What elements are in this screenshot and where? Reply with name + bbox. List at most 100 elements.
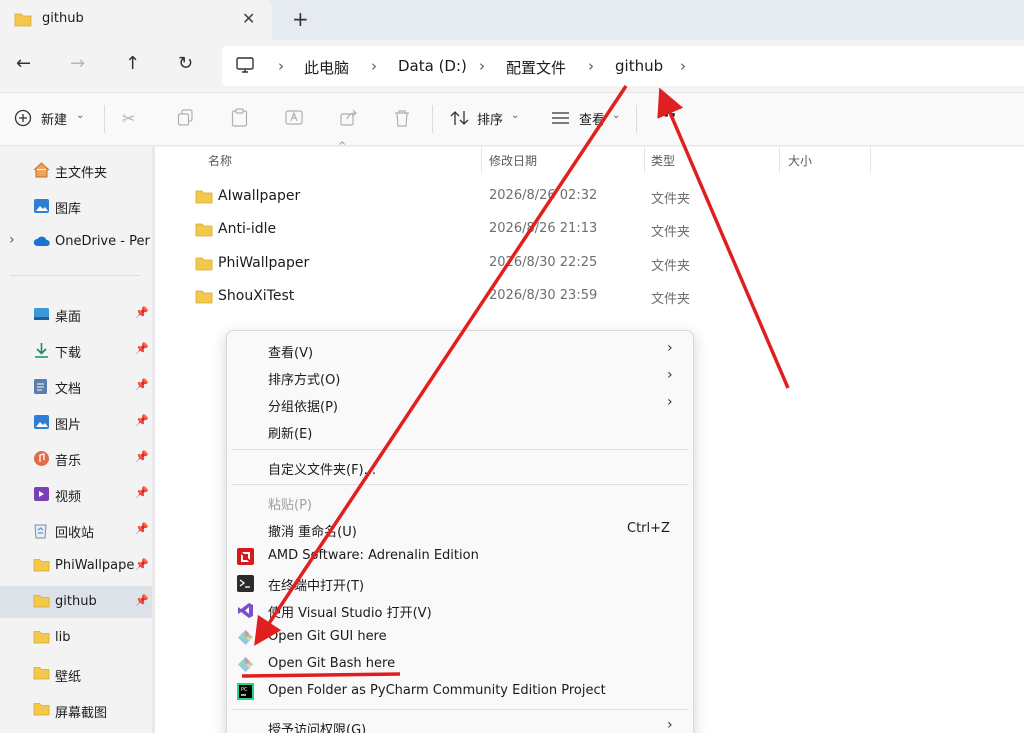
sidebar-item-label: OneDrive - Per <box>55 234 150 249</box>
menu-item-pycharm[interactable]: PC Open Folder as PyCharm Community Edit… <box>227 678 693 705</box>
sidebar-item[interactable]: 主文件夹 <box>0 154 152 186</box>
menu-item-customize[interactable]: 自定义文件夹(F)... <box>227 454 693 481</box>
address-box[interactable]: › 此电脑 › Data (D:) › 配置文件 › github › <box>222 46 1024 86</box>
menu-item-refresh[interactable]: 刷新(E) <box>227 418 693 445</box>
column-header-type[interactable]: 类型 <box>651 152 675 169</box>
cut-icon[interactable]: ✂ <box>122 109 135 128</box>
breadcrumb-config[interactable]: 配置文件 <box>506 57 566 78</box>
close-tab-icon[interactable]: ✕ <box>242 9 255 28</box>
visual-studio-icon <box>237 602 254 619</box>
sidebar-item[interactable]: 屏幕截图 <box>0 694 152 726</box>
file-row[interactable]: Anti-idle 2026/8/26 21:13 文件夹 <box>191 213 811 245</box>
column-divider[interactable] <box>644 147 645 173</box>
breadcrumb-separator[interactable]: › <box>371 57 377 75</box>
file-modified: 2026/8/30 23:59 <box>489 288 598 303</box>
copy-icon[interactable] <box>177 109 194 130</box>
menu-item-undo[interactable]: 撤消 重命名(U) Ctrl+Z <box>227 516 693 543</box>
sort-icon[interactable] <box>450 110 470 130</box>
breadcrumb-this-pc[interactable]: 此电脑 <box>304 57 349 78</box>
sidebar-item[interactable]: 文档 📌 <box>0 370 152 402</box>
forward-icon[interactable]: → <box>70 53 85 74</box>
sidebar-item[interactable]: 回收站 📌 <box>0 514 152 546</box>
pin-icon: 📌 <box>135 486 149 499</box>
column-divider[interactable] <box>481 147 482 173</box>
file-type: 文件夹 <box>651 259 691 274</box>
gallery-icon <box>33 198 50 214</box>
sidebar-item[interactable]: 下载 📌 <box>0 334 152 366</box>
file-row[interactable]: PhiWallpaper 2026/8/30 22:25 文件夹 <box>191 247 811 279</box>
refresh-icon[interactable]: ↻ <box>178 53 193 74</box>
navigation-pane: 主文件夹图库 › OneDrive - Per 桌面 📌 下载 📌 文档 📌 图片 📌 音乐 📌 视频 📌 回… <box>0 147 152 733</box>
breadcrumb-separator[interactable]: › <box>588 57 594 75</box>
breadcrumb-separator[interactable]: › <box>278 57 284 75</box>
menu-item-grant-access[interactable]: 授予访问权限(G) › <box>227 714 693 733</box>
menu-item-label: 粘贴(P) <box>268 498 312 513</box>
menu-item-sort[interactable]: 排序方式(O) › <box>227 364 693 391</box>
sidebar-item[interactable]: › OneDrive - Per <box>0 226 152 258</box>
pin-icon: 📌 <box>135 342 149 355</box>
folder-icon <box>14 12 32 31</box>
menu-item-view[interactable]: 查看(V) › <box>227 337 693 364</box>
tab-github[interactable]: github ✕ <box>0 0 272 40</box>
sidebar-item-label: 下载 <box>55 346 82 361</box>
new-tab-button[interactable]: + <box>292 7 309 31</box>
menu-separator <box>231 709 689 710</box>
menu-item-label: Open Git Bash here <box>268 656 396 671</box>
column-divider[interactable] <box>870 147 871 173</box>
file-modified: 2026/8/26 02:32 <box>489 188 598 203</box>
menu-item-visual-studio[interactable]: 使用 Visual Studio 打开(V) <box>227 597 693 624</box>
menu-item-amd[interactable]: AMD Software: Adrenalin Edition <box>227 543 693 570</box>
paste-icon[interactable] <box>231 108 248 131</box>
menu-item-git-bash[interactable]: Open Git Bash here <box>227 651 693 678</box>
more-options-icon[interactable]: ··· <box>656 105 677 126</box>
music-icon <box>33 450 50 466</box>
menu-item-group[interactable]: 分组依据(P) › <box>227 391 693 418</box>
breadcrumb-data-d[interactable]: Data (D:) <box>398 57 467 75</box>
sidebar-item[interactable]: 图库 <box>0 190 152 222</box>
chevron-right-icon[interactable]: › <box>9 232 15 248</box>
download-icon <box>33 342 50 358</box>
breadcrumb-github[interactable]: github <box>615 57 663 75</box>
file-name: ShouXiTest <box>218 288 295 304</box>
share-icon[interactable] <box>340 109 358 130</box>
rename-icon[interactable] <box>285 109 303 130</box>
view-icon[interactable] <box>551 111 570 129</box>
context-menu: 查看(V) › 排序方式(O) › 分组依据(P) › 刷新(E) 自定义文件夹… <box>226 330 694 733</box>
pin-icon: 📌 <box>135 522 149 535</box>
recycle-bin-icon <box>33 522 50 539</box>
menu-item-label: 撤消 重命名(U) <box>268 525 357 540</box>
new-button[interactable]: 新建 <box>41 109 67 128</box>
menu-item-git-gui[interactable]: Open Git GUI here <box>227 624 693 651</box>
sidebar-item[interactable]: github 📌 <box>0 586 152 618</box>
menu-item-label: 在终端中打开(T) <box>268 579 365 594</box>
toolbar-divider <box>104 105 105 133</box>
sort-button[interactable]: 排序 <box>477 109 503 128</box>
sidebar-item[interactable]: 壁纸 <box>0 658 152 690</box>
file-name: Anti-idle <box>218 221 277 237</box>
sidebar-item[interactable]: 音乐 📌 <box>0 442 152 474</box>
breadcrumb-separator[interactable]: › <box>479 57 485 75</box>
sidebar-item[interactable]: 图片 📌 <box>0 406 152 438</box>
menu-item-terminal[interactable]: 在终端中打开(T) <box>227 570 693 597</box>
new-icon[interactable] <box>14 109 32 131</box>
file-row[interactable]: AIwallpaper 2026/8/26 02:32 文件夹 <box>191 180 811 212</box>
column-divider[interactable] <box>779 147 780 173</box>
delete-icon[interactable] <box>394 109 410 131</box>
sidebar-item[interactable]: 视频 📌 <box>0 478 152 510</box>
sidebar-item[interactable]: PhiWallpape 📌 <box>0 550 152 582</box>
column-header-name[interactable]: 名称 <box>208 152 232 169</box>
back-icon[interactable]: ← <box>16 53 31 74</box>
menu-item-label: 分组依据(P) <box>268 400 338 415</box>
file-row[interactable]: ShouXiTest 2026/8/30 23:59 文件夹 <box>191 280 811 312</box>
pin-icon: 📌 <box>135 594 149 607</box>
view-button[interactable]: 查看 <box>579 109 605 128</box>
column-header-modified[interactable]: 修改日期 <box>489 152 537 169</box>
menu-item-paste[interactable]: 粘贴(P) <box>227 489 693 516</box>
sidebar-item[interactable]: 桌面 📌 <box>0 298 152 330</box>
column-header-size[interactable]: 大小 <box>788 152 812 169</box>
sidebar-item[interactable]: lib <box>0 622 152 654</box>
up-icon[interactable]: ↑ <box>125 53 140 74</box>
breadcrumb-separator[interactable]: › <box>680 57 686 75</box>
computer-icon[interactable] <box>236 57 254 77</box>
video-icon <box>33 486 50 502</box>
